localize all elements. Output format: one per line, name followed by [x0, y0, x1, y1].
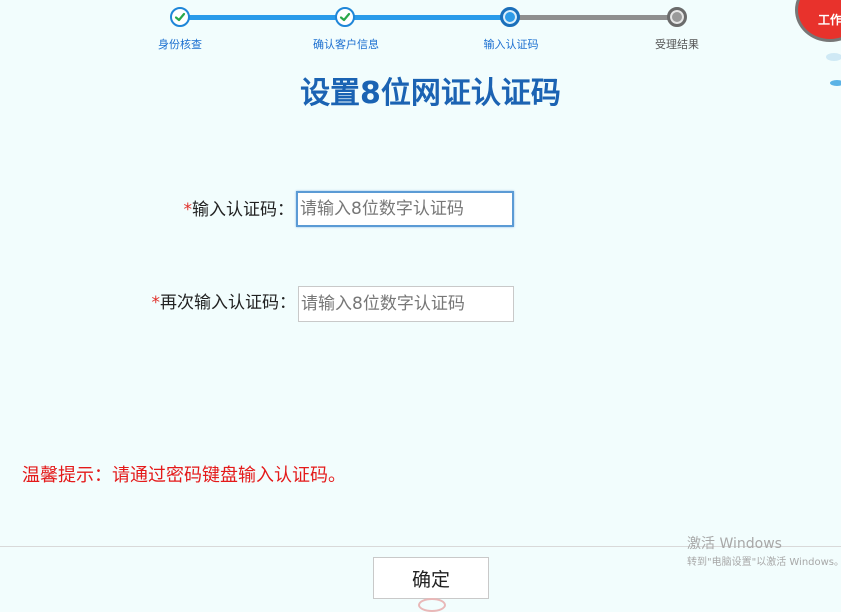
step-1-label: 身份核查 [158, 38, 202, 51]
code-confirm-field-label: *再次输入认证码： [110, 288, 297, 313]
progress-stepper: 身份核查 确认客户信息 输入认证码 受理结果 [0, 0, 841, 60]
step-1-check-icon [170, 7, 190, 27]
required-mark: * [151, 293, 161, 313]
step-4-label: 受理结果 [655, 38, 699, 51]
step-3-label: 输入认证码 [483, 38, 539, 51]
windows-activation-hint: 转到"电脑设置"以激活 Windows。 [687, 557, 841, 568]
code-field-label-text: 输入认证码： [192, 200, 294, 220]
required-mark: * [183, 200, 193, 220]
progress-track-pending [510, 15, 678, 20]
decor-arc [418, 598, 446, 612]
confirm-button[interactable]: 确定 [373, 557, 489, 599]
step-2-check-icon [335, 7, 355, 27]
page-title: 设置8位网证认证码 [300, 76, 561, 111]
step-2-label: 确认客户信息 [313, 38, 379, 51]
code-confirm-input[interactable] [298, 286, 514, 322]
warm-tip-text: 温馨提示：请通过密码键盘输入认证码。 [22, 465, 346, 486]
step-4-pending-dot-icon [667, 7, 687, 27]
step-3-current-dot-icon [500, 7, 520, 27]
work-badge-label: 工作 [818, 13, 841, 27]
code-input[interactable] [296, 191, 514, 227]
code-confirm-field-label-text: 再次输入认证码： [160, 293, 296, 313]
code-field-label: *输入认证码： [150, 195, 295, 220]
decor-bubble [826, 53, 841, 61]
windows-activation-watermark: 激活 Windows [687, 536, 782, 552]
